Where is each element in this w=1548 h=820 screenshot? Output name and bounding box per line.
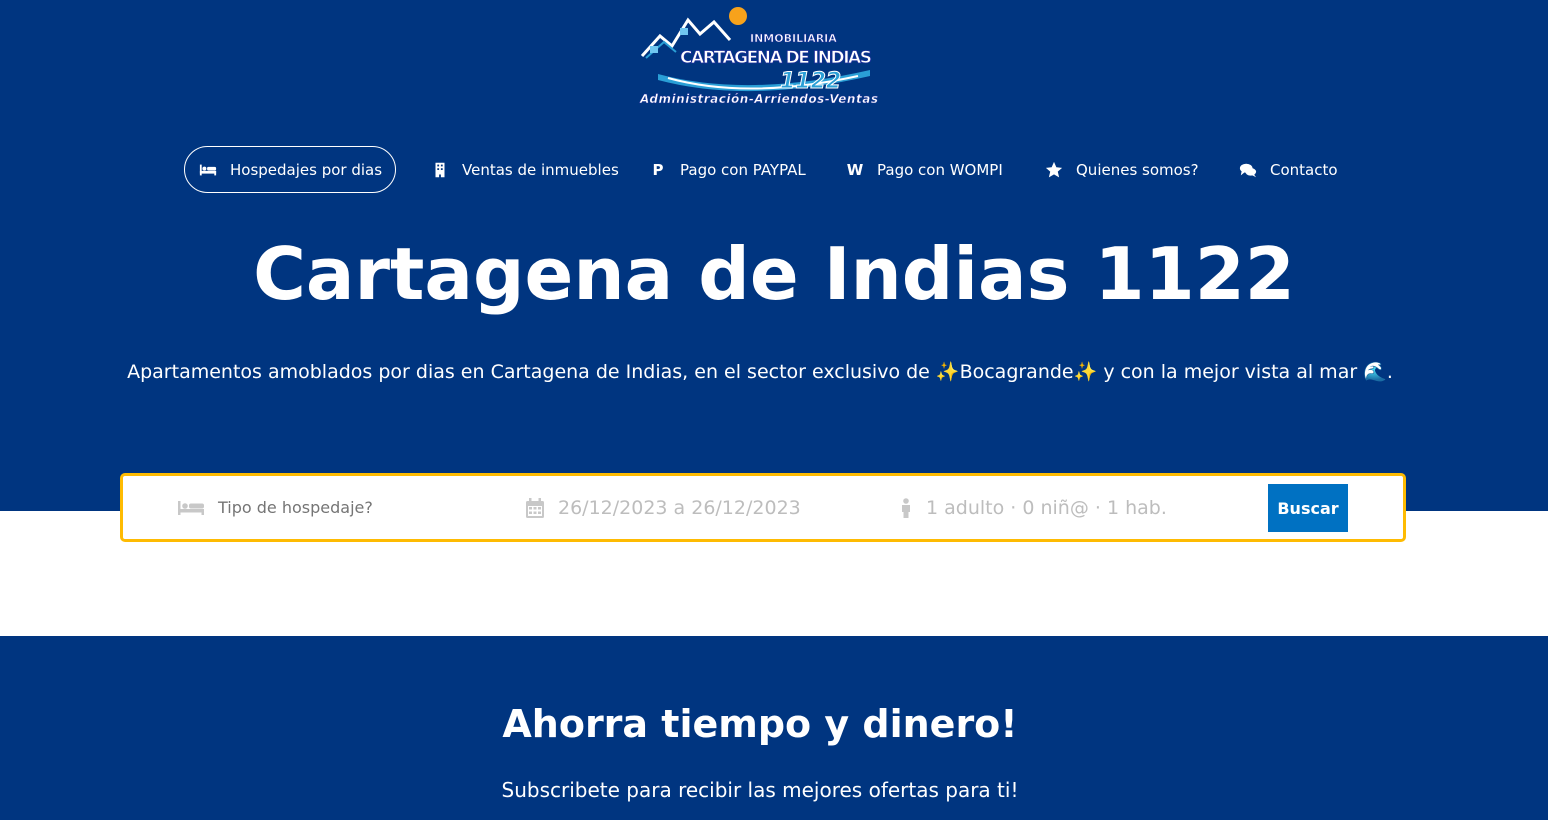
svg-text:INMOBILIARIA: INMOBILIARIA xyxy=(750,32,837,45)
lodging-type-field[interactable]: Tipo de hospedaje? xyxy=(178,476,373,539)
hero-section: INMOBILIARIA CARTAGENA DE INDIAS 1122 Ad… xyxy=(0,0,1548,511)
logo-image: INMOBILIARIA CARTAGENA DE INDIAS 1122 Ad… xyxy=(639,7,878,106)
date-range-value: 26/12/2023 a 26/12/2023 xyxy=(558,496,801,519)
nav-item-contacto[interactable]: Contacto xyxy=(1238,146,1338,193)
brand-logo[interactable]: INMOBILIARIA CARTAGENA DE INDIAS 1122 Ad… xyxy=(638,6,880,108)
svg-text:1122: 1122 xyxy=(780,69,841,94)
newsletter-subtitle: Subscribete para recibir las mejores ofe… xyxy=(501,778,1019,802)
nav-item-hospedajes[interactable]: Hospedajes por dias xyxy=(184,146,397,193)
bed-icon xyxy=(178,500,204,515)
page-title: Cartagena de Indias 1122 xyxy=(253,232,1295,316)
svg-text:Administración-Arriendos-Venta: Administración-Arriendos-Ventas xyxy=(639,92,878,106)
person-icon xyxy=(902,497,910,518)
newsletter-title: Ahorra tiempo y dinero! xyxy=(502,702,1018,746)
date-range-field[interactable]: 26/12/2023 a 26/12/2023 xyxy=(526,476,801,539)
chat-icon xyxy=(1238,160,1258,180)
nav-label: Pago con WOMPI xyxy=(877,160,1003,179)
star-icon xyxy=(1044,160,1064,180)
nav-label: Contacto xyxy=(1270,160,1338,179)
nav-item-ventas[interactable]: Ventas de inmuebles xyxy=(430,146,619,193)
nav-item-quienes[interactable]: Quienes somos? xyxy=(1044,146,1199,193)
nav-label: Pago con PAYPAL xyxy=(680,160,806,179)
main-nav: Hospedajes por dias Ventas de inmuebles … xyxy=(0,146,1548,194)
lodging-type-placeholder: Tipo de hospedaje? xyxy=(218,498,373,517)
building-icon xyxy=(430,160,450,180)
hero-subtitle: Apartamentos amoblados por dias en Carta… xyxy=(127,361,1393,383)
wompi-icon: W xyxy=(846,160,864,179)
nav-label: Ventas de inmuebles xyxy=(462,160,619,179)
paypal-icon: P xyxy=(652,160,664,179)
calendar-icon xyxy=(526,497,544,518)
nav-label: Hospedajes por dias xyxy=(230,160,383,179)
svg-text:CARTAGENA DE INDIAS: CARTAGENA DE INDIAS xyxy=(680,48,872,68)
nav-item-wompi[interactable]: W Pago con WOMPI xyxy=(845,146,1003,193)
search-button[interactable]: Buscar xyxy=(1268,484,1348,532)
nav-label: Quienes somos? xyxy=(1076,160,1199,179)
guests-field[interactable]: 1 adulto · 0 niñ@ · 1 hab. xyxy=(900,476,1167,539)
guests-value: 1 adulto · 0 niñ@ · 1 hab. xyxy=(926,496,1167,519)
search-bar: Tipo de hospedaje? 26/12/2023 a 26/12/20… xyxy=(120,473,1406,542)
bed-icon xyxy=(198,160,218,180)
nav-item-paypal[interactable]: P Pago con PAYPAL xyxy=(648,146,806,193)
